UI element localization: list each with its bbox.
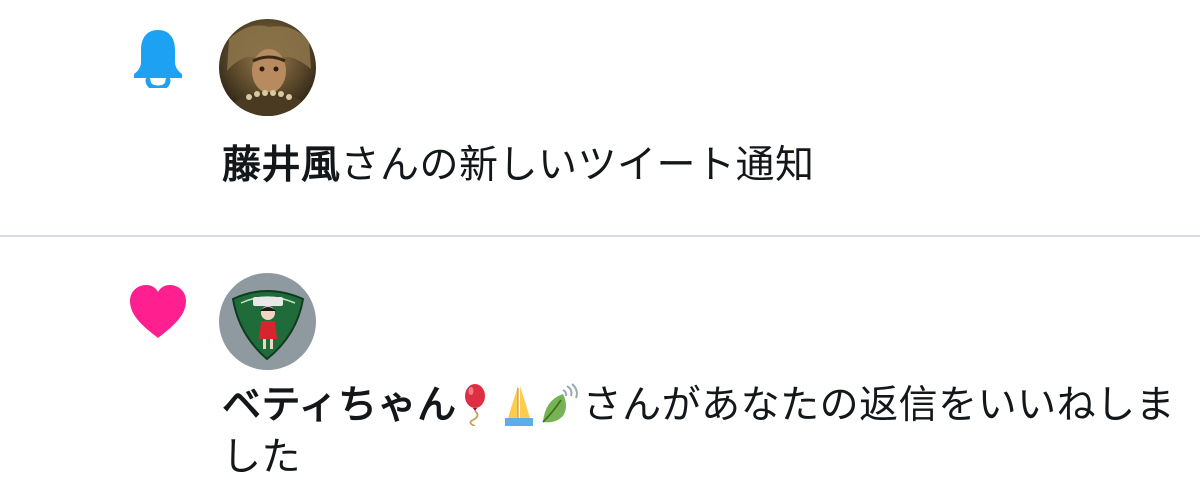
- heart-icon: [126, 280, 190, 344]
- folded-hands-icon: [499, 382, 539, 426]
- notification-item-like[interactable]: ベティちゃん さんがあなたの返信をいいねしました: [0, 238, 1200, 503]
- avatar[interactable]: [219, 273, 316, 370]
- notification-item-new-tweet[interactable]: 藤井風さんの新しいツイート通知: [0, 0, 1200, 236]
- divider: [0, 235, 1200, 237]
- notification-text: ベティちゃん さんがあなたの返信をいいねしました: [222, 380, 1182, 484]
- user-name[interactable]: 藤井風: [222, 143, 341, 188]
- user-name[interactable]: ベティちゃん: [222, 383, 457, 428]
- notification-body: さんの新しいツイート通知: [340, 143, 815, 188]
- leaf-wind-icon: [541, 382, 581, 426]
- balloon-icon: [457, 382, 497, 426]
- avatar[interactable]: [219, 19, 316, 116]
- notification-text: 藤井風さんの新しいツイート通知: [222, 140, 1182, 192]
- bell-icon: [126, 24, 190, 91]
